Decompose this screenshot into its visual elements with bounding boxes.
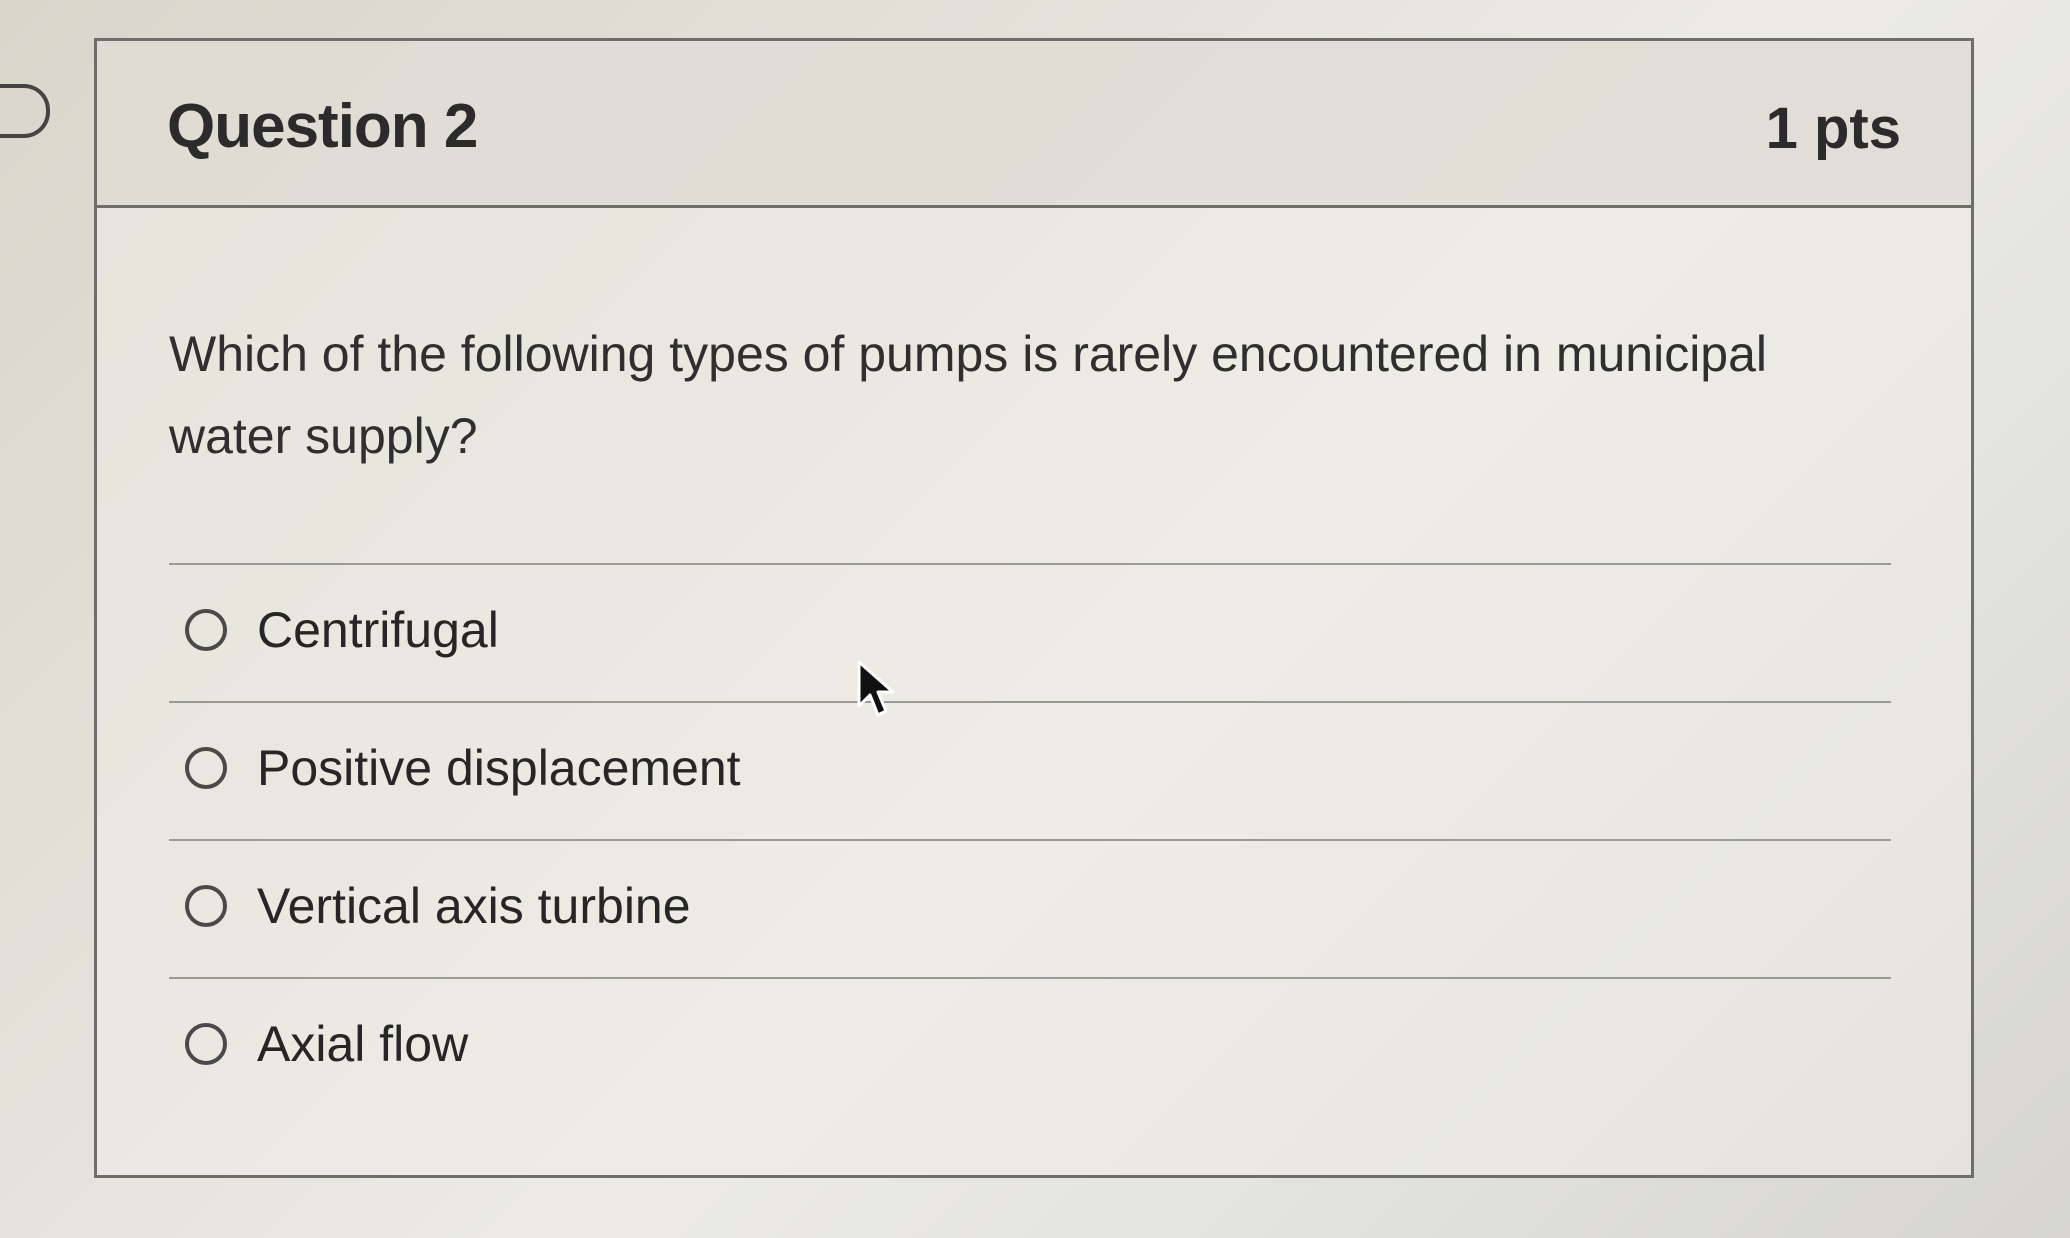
answer-option-axial-flow[interactable]: Axial flow	[169, 979, 1891, 1115]
answer-option-positive-displacement[interactable]: Positive displacement	[169, 703, 1891, 841]
answer-label[interactable]: Axial flow	[257, 1015, 468, 1073]
question-card: Question 2 1 pts Which of the following …	[94, 38, 1974, 1178]
mouse-pointer-icon	[857, 660, 895, 717]
answer-label[interactable]: Positive displacement	[257, 739, 741, 797]
question-text: Which of the following types of pumps is…	[169, 326, 1768, 464]
radio-button-empty-icon[interactable]	[185, 885, 227, 927]
answer-list: Centrifugal Positive displacement Vertic…	[169, 563, 1891, 1115]
radio-button-empty-icon[interactable]	[185, 747, 227, 789]
question-points: 1 pts	[1765, 96, 1901, 161]
question-title: Question 2	[167, 92, 478, 161]
bookmark-flag-icon[interactable]	[0, 84, 50, 138]
radio-button-empty-icon[interactable]	[185, 1023, 227, 1065]
answer-option-vertical-axis-turbine[interactable]: Vertical axis turbine	[169, 841, 1891, 979]
answer-label[interactable]: Centrifugal	[257, 601, 499, 659]
answer-option-centrifugal[interactable]: Centrifugal	[169, 565, 1891, 703]
question-header: Question 2 1 pts	[97, 41, 1971, 208]
answer-label[interactable]: Vertical axis turbine	[257, 877, 691, 935]
radio-button-empty-icon[interactable]	[185, 609, 227, 651]
